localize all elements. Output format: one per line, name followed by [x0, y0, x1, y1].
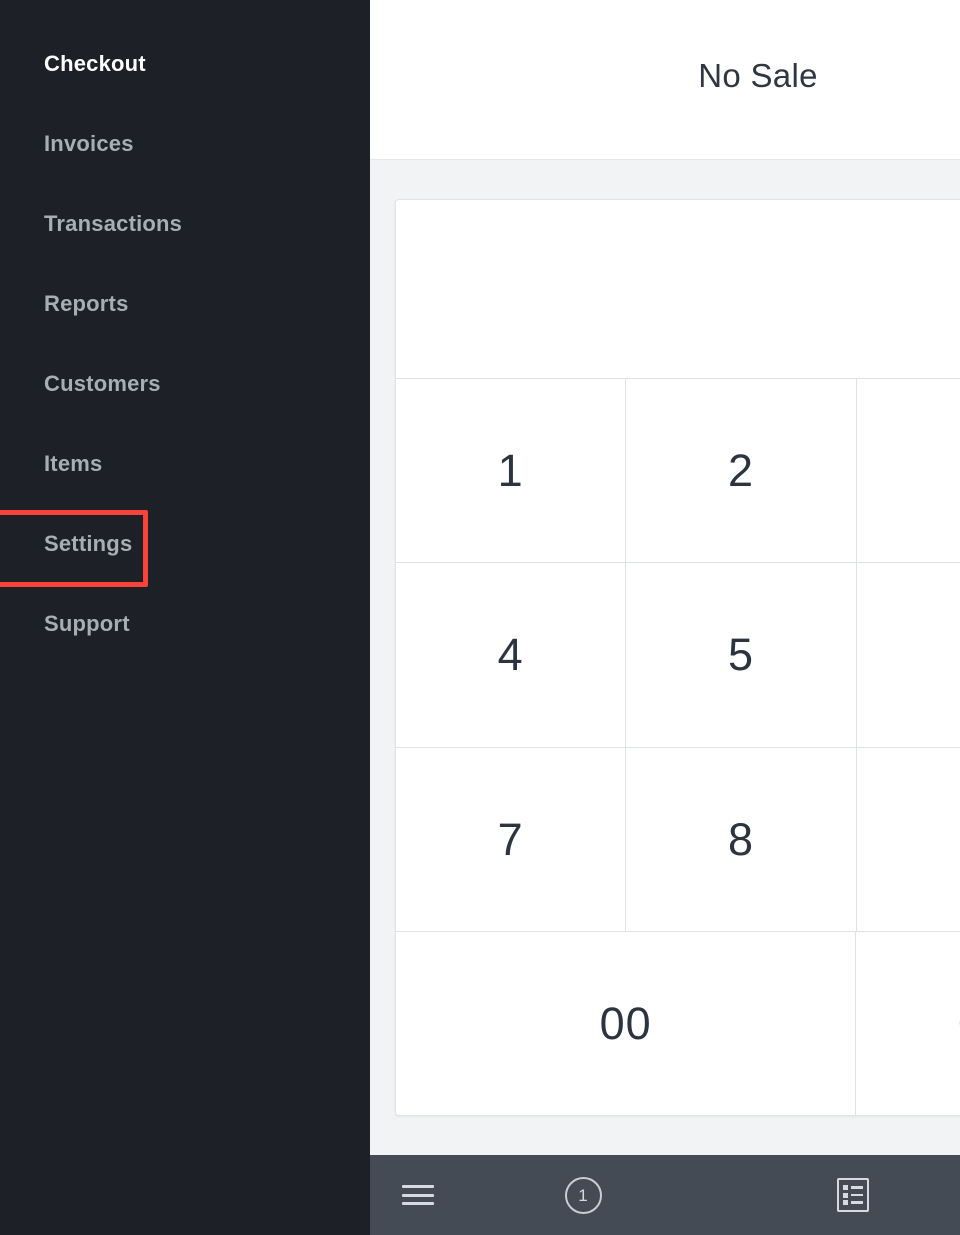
keypad-key-label: 2: [727, 445, 754, 497]
keypad-key-8[interactable]: 8: [626, 747, 857, 931]
sidebar-navigation: Checkout Invoices Transactions Reports C…: [0, 0, 370, 1235]
keypad-key-9[interactable]: 9: [856, 747, 960, 931]
sidebar-item-items[interactable]: Items: [0, 444, 370, 484]
checkout-header: No Sale: [370, 0, 960, 160]
sidebar-item-label: Transactions: [44, 211, 183, 236]
keypad-row: 00 0: [396, 931, 960, 1115]
keypad-key-label: 1: [497, 445, 524, 497]
keypad-key-6[interactable]: 6: [856, 563, 960, 747]
checkout-content: 1 2 3 4 5: [370, 160, 960, 1155]
keypad-key-2[interactable]: 2: [626, 379, 857, 563]
pos-app-window: Checkout Invoices Transactions Reports C…: [0, 0, 960, 1235]
sidebar-item-transactions[interactable]: Transactions: [0, 204, 370, 244]
sidebar-item-label: Items: [44, 451, 103, 476]
sidebar-item-support[interactable]: Support: [0, 604, 370, 644]
main-panel: No Sale 1 2 3: [370, 0, 960, 1235]
keypad-key-label: 7: [497, 813, 524, 865]
sidebar-item-invoices[interactable]: Invoices: [0, 124, 370, 164]
sidebar-item-label: Settings: [44, 531, 133, 556]
keypad-key-1[interactable]: 1: [396, 379, 627, 563]
amount-display[interactable]: [396, 200, 960, 379]
keypad-grid: 1 2 3 4 5: [396, 379, 960, 1115]
bottom-toolbar: 1: [370, 1155, 960, 1235]
keypad-row: 1 2 3: [396, 379, 960, 564]
sidebar-item-label: Customers: [44, 371, 161, 396]
sidebar-item-label: Checkout: [44, 51, 146, 76]
orders-button[interactable]: [825, 1167, 881, 1223]
keypad-key-double-zero[interactable]: 00: [396, 931, 857, 1115]
keypad-key-label: 5: [727, 629, 754, 681]
keypad-key-label: 00: [599, 997, 652, 1049]
page-title: No Sale: [698, 57, 818, 94]
orders-list-icon: [837, 1178, 869, 1212]
sidebar-item-checkout[interactable]: Checkout: [0, 44, 370, 84]
keypad-key-7[interactable]: 7: [396, 747, 627, 931]
keypad-key-0[interactable]: 0: [856, 931, 960, 1115]
keypad-row: 7 8 9: [396, 747, 960, 932]
menu-button[interactable]: [390, 1167, 446, 1223]
sidebar-item-label: Invoices: [44, 131, 134, 156]
keypad-key-3[interactable]: 3: [856, 379, 960, 563]
cart-count-circle-icon: 1: [564, 1176, 602, 1214]
sidebar-item-customers[interactable]: Customers: [0, 364, 370, 404]
cart-count-button[interactable]: 1: [555, 1167, 611, 1223]
keypad-key-label: 4: [497, 629, 524, 681]
hamburger-menu-icon: [402, 1185, 434, 1205]
keypad-key-4[interactable]: 4: [396, 563, 627, 747]
keypad-key-label: 8: [727, 813, 754, 865]
sidebar-item-reports[interactable]: Reports: [0, 284, 370, 324]
keypad-row: 4 5 6: [396, 563, 960, 748]
numeric-keypad-card: 1 2 3 4 5: [395, 199, 960, 1116]
sidebar-item-label: Reports: [44, 291, 129, 316]
sidebar-item-settings[interactable]: Settings: [0, 510, 370, 587]
sidebar-item-label: Support: [44, 611, 130, 636]
cart-count-value: 1: [578, 1185, 588, 1205]
keypad-key-5[interactable]: 5: [626, 563, 857, 747]
